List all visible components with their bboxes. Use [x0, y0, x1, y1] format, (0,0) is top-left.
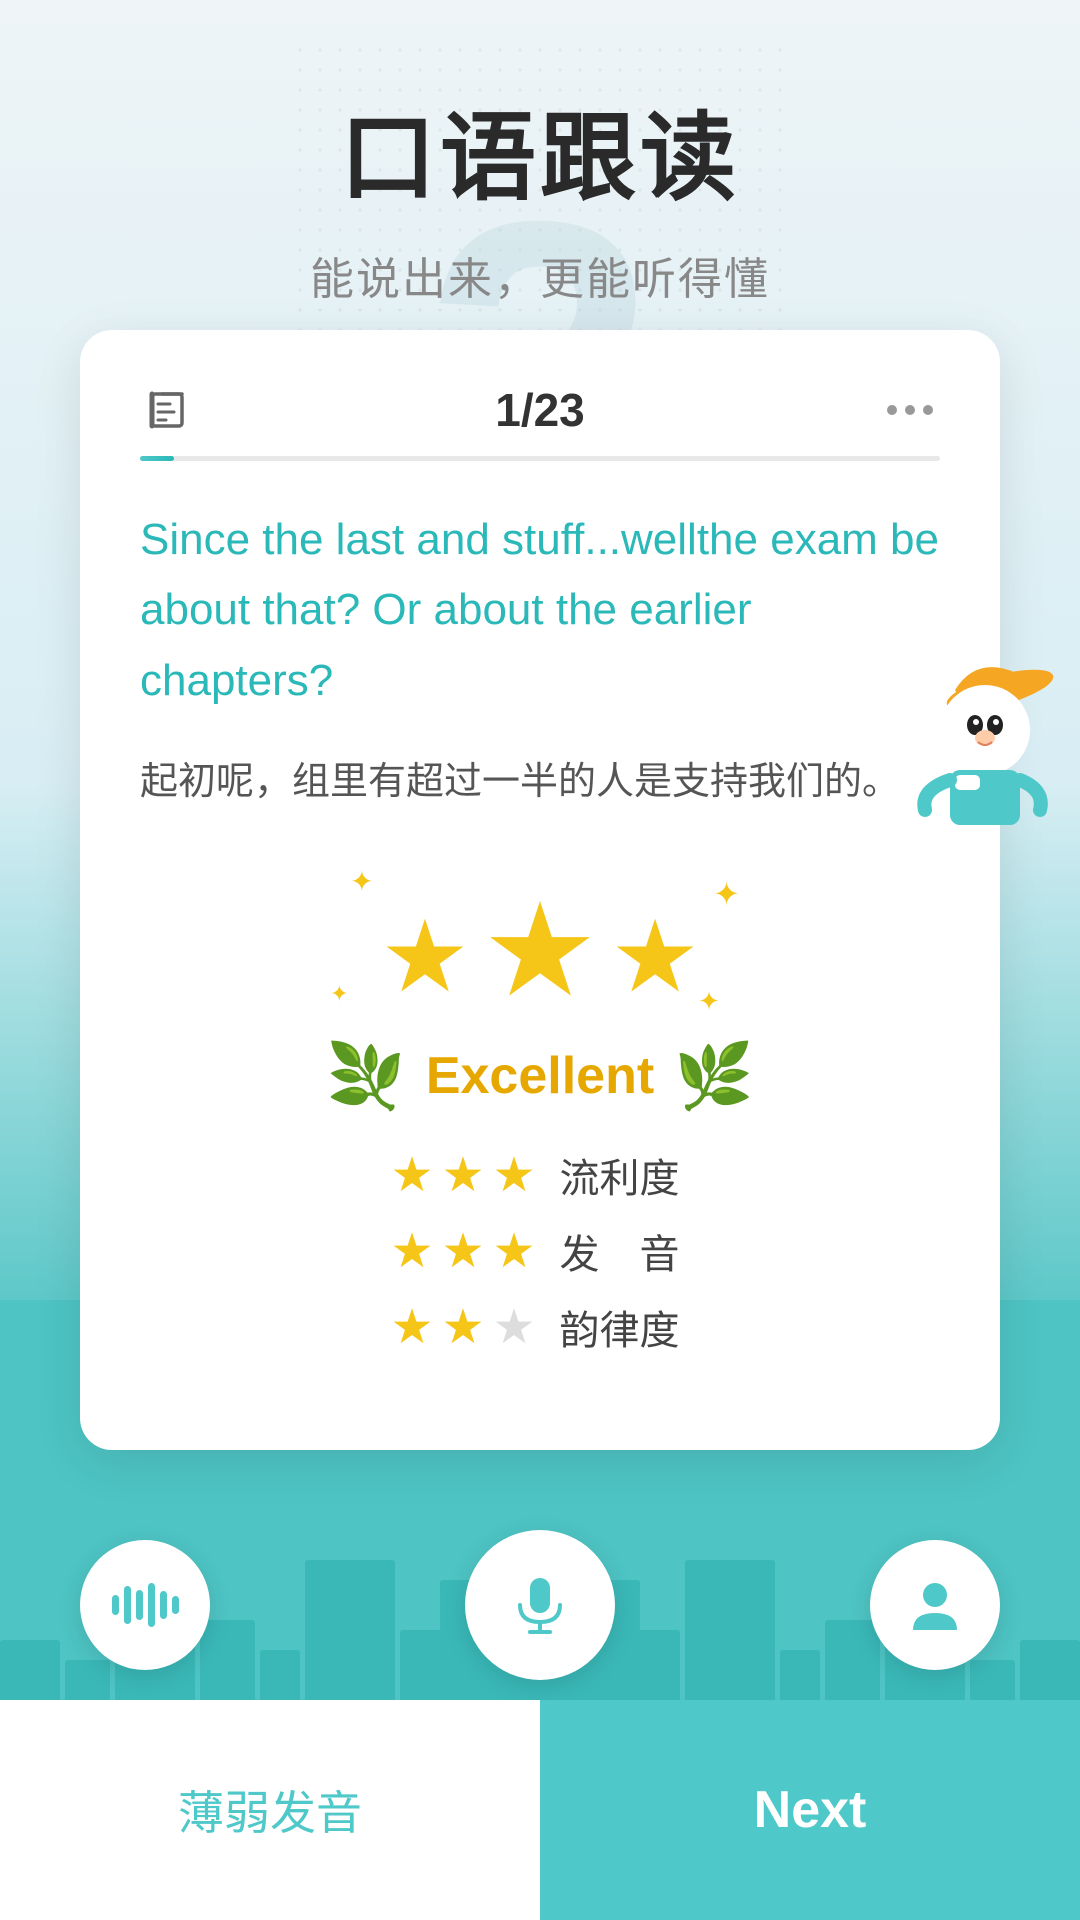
progress-text: 1/23: [495, 383, 585, 437]
mascot: [900, 630, 1060, 830]
rhythm-label: 韵律度: [560, 1298, 690, 1356]
chinese-translation: 起初呢，组里有超过一半的人是支持我们的。: [140, 752, 940, 813]
english-sentence: Since the last and stuff...wellthe exam …: [140, 505, 940, 716]
page-header: 口语跟读 能说出来，更能听得懂: [0, 80, 1080, 307]
mascot-svg: [900, 630, 1060, 830]
weak-pronunciation-button[interactable]: 薄弱发音: [0, 1700, 540, 1920]
laurel-left: 🌿: [326, 1039, 406, 1114]
criteria-pronunciation: ★ ★ ★ 发 音: [140, 1222, 940, 1280]
card-header: 1/23: [140, 380, 940, 440]
waveform-button[interactable]: [80, 1540, 210, 1670]
back-icon: [144, 384, 196, 436]
fluency-star-2: ★: [441, 1147, 484, 1203]
fluency-stars: ★ ★ ★: [390, 1147, 535, 1203]
rhythm-star-1: ★: [390, 1299, 433, 1355]
fluency-label: 流利度: [560, 1146, 690, 1204]
star-right: ★: [610, 907, 700, 1007]
pronunciation-stars: ★ ★ ★: [390, 1223, 535, 1279]
main-card: 1/23 Since the last and stuff...wellthe …: [80, 330, 1000, 1450]
person-button[interactable]: [870, 1540, 1000, 1670]
pronunciation-label: 发 音: [560, 1222, 690, 1280]
microphone-button[interactable]: [465, 1530, 615, 1680]
pronunciation-star-2: ★: [441, 1223, 484, 1279]
more-button[interactable]: [880, 380, 940, 440]
rating-section: ✦ ✦ ✦ ✦ ★ ★ ★ 🌿 Excellent 🌿 ★ ★ ★ 流利度: [140, 865, 940, 1356]
pronunciation-star-3: ★: [493, 1223, 536, 1279]
microphone-icon: [505, 1570, 575, 1640]
criteria-fluency: ★ ★ ★ 流利度: [140, 1146, 940, 1204]
progress-bar: [140, 456, 940, 461]
excellent-label: Excellent: [426, 1046, 654, 1106]
page-title: 口语跟读: [0, 80, 1080, 219]
sparkle-tl: ✦: [350, 865, 373, 898]
sparkle-bl: ✦: [330, 981, 348, 1007]
page-subtitle: 能说出来，更能听得懂: [0, 243, 1080, 307]
sparkle-br: ✦: [698, 986, 720, 1017]
bottom-controls: [80, 1530, 1000, 1680]
rhythm-star-3: ★: [493, 1299, 536, 1355]
rhythm-stars: ★ ★ ★: [390, 1299, 535, 1355]
rhythm-star-2: ★: [441, 1299, 484, 1355]
fluency-star-3: ★: [493, 1147, 536, 1203]
weak-pronunciation-label: 薄弱发音: [178, 1777, 362, 1843]
pronunciation-star-1: ★: [390, 1223, 433, 1279]
next-button[interactable]: Next: [540, 1700, 1080, 1920]
fluency-star-1: ★: [390, 1147, 433, 1203]
criteria-rhythm: ★ ★ ★ 韵律度: [140, 1298, 940, 1356]
next-label: Next: [754, 1780, 867, 1840]
waveform-icon: [112, 1580, 179, 1630]
back-button[interactable]: [140, 380, 200, 440]
laurel-right: 🌿: [674, 1039, 754, 1114]
action-bar: 薄弱发音 Next: [0, 1700, 1080, 1920]
excellent-row: 🌿 Excellent 🌿: [326, 1039, 754, 1114]
criteria-list: ★ ★ ★ 流利度 ★ ★ ★ 发 音 ★ ★: [140, 1146, 940, 1356]
more-icon: [884, 400, 936, 420]
star-left: ★: [380, 907, 470, 1007]
progress-bar-fill: [140, 456, 174, 461]
person-icon: [905, 1575, 965, 1635]
sparkle-tr: ✦: [713, 875, 740, 913]
star-center: ★: [482, 885, 599, 1015]
